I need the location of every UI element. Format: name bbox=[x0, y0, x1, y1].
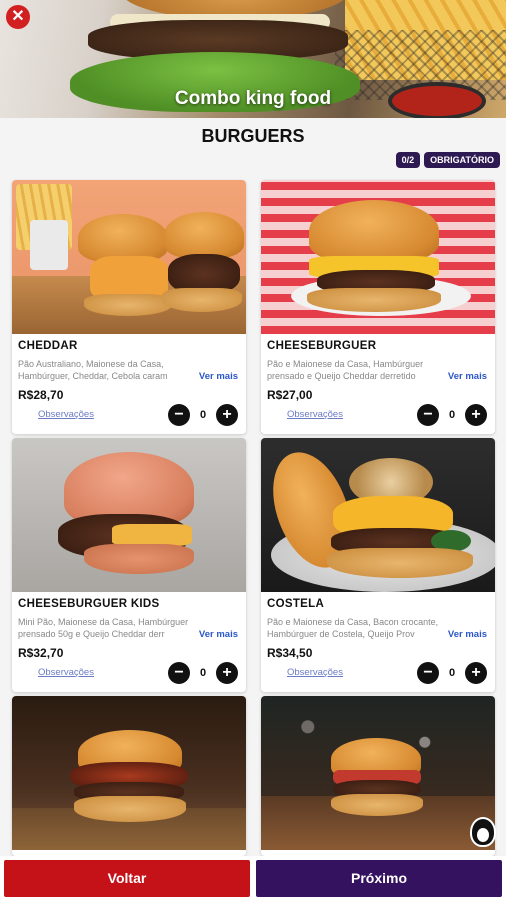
minus-icon: − bbox=[174, 406, 184, 423]
next-button[interactable]: Próximo bbox=[256, 860, 502, 897]
product-card[interactable] bbox=[12, 696, 246, 856]
product-price: R$28,70 bbox=[18, 388, 64, 402]
minus-icon: − bbox=[174, 664, 184, 681]
increase-button[interactable]: + bbox=[216, 662, 238, 684]
decrease-button[interactable]: − bbox=[168, 662, 190, 684]
page-title: Combo king food bbox=[174, 88, 332, 109]
count-badge: 0/2 bbox=[395, 152, 421, 168]
observations-link[interactable]: Observações bbox=[287, 667, 343, 678]
product-card[interactable] bbox=[261, 696, 495, 856]
section-badges: 0/2 OBRIGATÓRIO bbox=[395, 152, 500, 168]
observations-link[interactable]: Observações bbox=[287, 409, 343, 420]
plus-icon: + bbox=[471, 664, 481, 681]
quantity-stepper: − 0 + bbox=[168, 662, 238, 684]
increase-button[interactable]: + bbox=[465, 662, 487, 684]
product-card[interactable]: COSTELA Pão e Maionese da Casa, Bacon cr… bbox=[261, 438, 495, 692]
hero-banner: Combo king food bbox=[0, 0, 506, 118]
product-card[interactable]: CHEESEBURGUER Pão e Maionese da Casa, Ha… bbox=[261, 180, 495, 434]
decrease-button[interactable]: − bbox=[417, 662, 439, 684]
see-more-link[interactable]: Ver mais bbox=[448, 629, 487, 640]
plus-icon: + bbox=[222, 664, 232, 681]
product-description: Mini Pão, Maionese da Casa, Hambúrguer p… bbox=[18, 617, 189, 639]
product-image bbox=[261, 696, 495, 850]
minus-icon: − bbox=[423, 406, 433, 423]
product-card[interactable]: CHEESEBURGUER KIDS Mini Pão, Maionese da… bbox=[12, 438, 246, 692]
product-image bbox=[12, 180, 246, 334]
product-description: Pão e Maionese da Casa, Bacon crocante, … bbox=[267, 617, 439, 639]
section-title: BURGUERS bbox=[201, 126, 305, 146]
see-more-link[interactable]: Ver mais bbox=[448, 371, 487, 382]
product-price: R$34,50 bbox=[267, 646, 313, 660]
quantity-value: 0 bbox=[199, 667, 207, 679]
see-more-link[interactable]: Ver mais bbox=[199, 371, 238, 382]
product-name: CHEDDAR bbox=[18, 340, 78, 352]
product-image bbox=[12, 696, 246, 850]
decrease-button[interactable]: − bbox=[168, 404, 190, 426]
plus-icon: + bbox=[471, 406, 481, 423]
quantity-stepper: − 0 + bbox=[417, 662, 487, 684]
see-more-link[interactable]: Ver mais bbox=[199, 629, 238, 640]
close-icon: ✕ bbox=[11, 8, 25, 25]
observations-link[interactable]: Observações bbox=[38, 409, 94, 420]
product-image bbox=[261, 180, 495, 334]
quantity-value: 0 bbox=[448, 667, 456, 679]
product-card[interactable]: CHEDDAR Pão Australiano, Maionese da Cas… bbox=[12, 180, 246, 434]
product-name: COSTELA bbox=[267, 598, 325, 610]
product-description: Pão e Maionese da Casa, Hambúrguer prens… bbox=[267, 359, 424, 381]
plus-icon: + bbox=[222, 406, 232, 423]
product-description: Pão Australiano, Maionese da Casa, Hambú… bbox=[18, 359, 168, 381]
minus-icon: − bbox=[423, 664, 433, 681]
increase-button[interactable]: + bbox=[216, 404, 238, 426]
quantity-stepper: − 0 + bbox=[417, 404, 487, 426]
product-name: CHEESEBURGUER KIDS bbox=[18, 598, 160, 610]
product-name: CHEESEBURGUER bbox=[267, 340, 377, 352]
increase-button[interactable]: + bbox=[465, 404, 487, 426]
decrease-button[interactable]: − bbox=[417, 404, 439, 426]
close-button[interactable]: ✕ bbox=[6, 5, 30, 29]
quantity-value: 0 bbox=[199, 409, 207, 421]
product-price: R$32,70 bbox=[18, 646, 64, 660]
back-button[interactable]: Voltar bbox=[4, 860, 250, 897]
required-badge: OBRIGATÓRIO bbox=[424, 152, 500, 168]
product-price: R$27,00 bbox=[267, 388, 313, 402]
product-image bbox=[12, 438, 246, 592]
observations-link[interactable]: Observações bbox=[38, 667, 94, 678]
quantity-stepper: − 0 + bbox=[168, 404, 238, 426]
product-image bbox=[261, 438, 495, 592]
quantity-value: 0 bbox=[448, 409, 456, 421]
penguin-icon[interactable] bbox=[470, 817, 496, 847]
